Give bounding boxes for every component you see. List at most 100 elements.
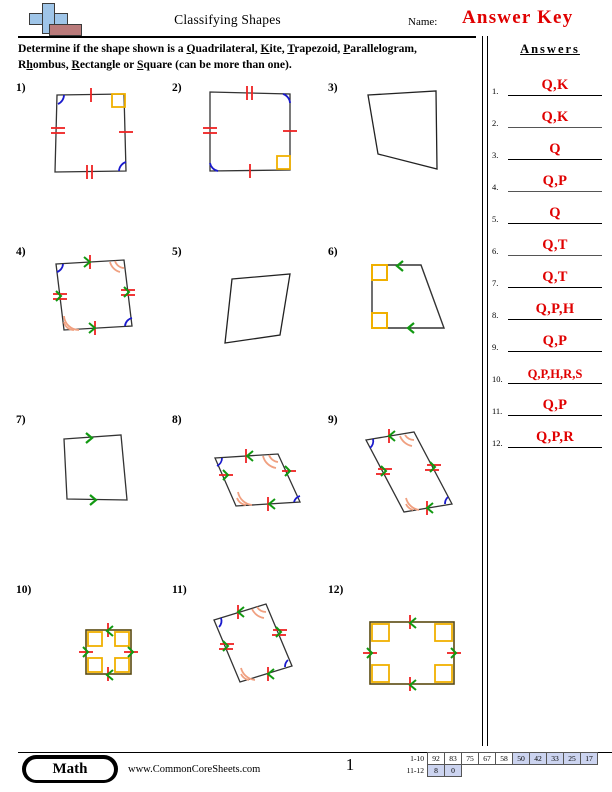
problem-6: 6) — [326, 246, 476, 361]
problem-8: 8) — [170, 410, 330, 530]
answer-blank-line — [508, 95, 602, 96]
answer-value: Q,P,H,R,S — [527, 367, 583, 381]
grading-scale-cell: 92 — [427, 752, 445, 765]
answer-number: 5. — [492, 214, 499, 224]
shape-parallelogram-tilted — [365, 429, 453, 515]
answer-key-label: Answer Key — [462, 7, 574, 28]
answer-blank-line — [508, 447, 602, 448]
term-kite: K — [260, 42, 270, 55]
problem-9: 9) — [326, 410, 486, 530]
answer-number: 2. — [492, 118, 499, 128]
grading-scale-row-label: 11-12 — [406, 766, 424, 775]
grading-scale-row-label: 1-10 — [410, 754, 424, 763]
grading-scale-empty — [462, 765, 479, 777]
answer-number: 9. — [492, 342, 499, 352]
answer-number: 12. — [492, 438, 503, 448]
answer-value: Q,K — [541, 109, 569, 125]
answer-value: Q,P — [542, 333, 568, 349]
answer-value: Q,P,H — [535, 301, 575, 317]
subject-badge-label: Math — [26, 758, 114, 780]
grading-scale: 1-10 92 83 75 67 58 50 42 33 25 17 11-12… — [400, 752, 598, 777]
problem-5: 5) — [170, 246, 320, 361]
answer-row-10: 10. Q,P,H,R,S — [492, 354, 608, 384]
instructions-prefix: Determine if the shape shown is a — [18, 42, 187, 55]
answer-number: 3. — [492, 150, 499, 160]
answer-number: 6. — [492, 246, 499, 256]
answer-value: Q — [549, 141, 561, 157]
answer-value: Q,T — [542, 237, 568, 253]
term-kite-rest: ite — [269, 42, 282, 55]
page-number: 1 — [345, 755, 355, 774]
grading-scale-cell: 33 — [546, 752, 564, 765]
grading-scale-cell: 42 — [529, 752, 547, 765]
answer-blank-line — [508, 319, 602, 320]
problem-1: 1) — [14, 82, 164, 192]
grading-scale-empty — [513, 765, 530, 777]
answer-blank-line — [508, 127, 602, 128]
shape-rhombus — [214, 449, 301, 511]
answer-value: Q,P,R — [535, 429, 575, 445]
answer-row-12: 12. Q,P,R — [492, 418, 608, 448]
answer-number: 1. — [492, 86, 499, 96]
problem-10: 10) — [14, 582, 174, 697]
term-rectangle: R — [71, 57, 80, 71]
answer-blank-line — [508, 351, 602, 352]
answer-row-3: 3. Q — [492, 130, 608, 160]
grading-scale-cell: 17 — [580, 752, 598, 765]
answer-row-1: 1. Q,K — [492, 66, 608, 96]
answer-row-8: 8. Q,P,H — [492, 290, 608, 320]
grading-scale-empty — [581, 765, 598, 777]
shape-irregular-quadrilateral — [367, 90, 438, 170]
answer-blank-line — [508, 159, 602, 160]
name-label: Name: — [408, 16, 438, 28]
answer-number: 11. — [492, 406, 503, 416]
subject-badge: Math — [22, 755, 118, 783]
answer-value: Q,P — [542, 397, 568, 413]
problem-4: 4) — [14, 246, 164, 361]
grading-scale-row-2: 11-12 8 0 — [400, 764, 598, 777]
term-quadrilateral-rest: uadrilateral — [195, 42, 255, 55]
grading-scale-row-1: 1-10 92 83 75 67 58 50 42 33 25 17 — [400, 752, 598, 765]
shape-square — [79, 623, 138, 681]
answer-blank-line — [508, 383, 602, 384]
grading-scale-empty — [479, 765, 496, 777]
answer-row-5: 5. Q — [492, 194, 608, 224]
shape-parallelogram-tilted — [213, 603, 293, 683]
grading-scale-table: 1-10 92 83 75 67 58 50 42 33 25 17 11-12… — [400, 752, 598, 777]
answer-value: Q,T — [542, 269, 568, 285]
answer-number: 7. — [492, 278, 499, 288]
answer-value: Q,P — [542, 173, 568, 189]
grading-scale-cell: 83 — [444, 752, 462, 765]
answer-blank-line — [508, 223, 602, 224]
term-square-rest: quare — [143, 57, 173, 71]
grading-scale-cell: 67 — [478, 752, 496, 765]
answer-number: 8. — [492, 310, 499, 320]
instructions-text: Determine if the shape shown is a Quadri… — [18, 42, 417, 71]
problem-11: 11) — [170, 582, 330, 697]
answer-value: Q,K — [541, 77, 569, 93]
term-parallelogram-rest: arallelogram — [350, 42, 415, 55]
page-title: Classifying Shapes — [174, 12, 281, 27]
grading-scale-cell: 75 — [461, 752, 479, 765]
grading-scale-cell: 25 — [563, 752, 581, 765]
page-header: Classifying Shapes Name: Answer Key — [0, 0, 612, 38]
answer-number: 10. — [492, 374, 503, 384]
problem-7: 7) — [14, 410, 164, 530]
grading-scale-cell: 58 — [495, 752, 513, 765]
term-rectangle-rest: ectangle — [79, 57, 121, 71]
problem-2: 2) — [170, 82, 320, 192]
problem-3: 3) — [326, 82, 476, 192]
answer-row-4: 4. Q,P — [492, 162, 608, 192]
shape-kite-square-upright — [203, 86, 297, 178]
shape-rectangle — [363, 615, 461, 691]
grading-scale-empty — [547, 765, 564, 777]
instructions-suffix: (can be more than one). — [172, 57, 292, 71]
answer-row-2: 2. Q,K — [492, 98, 608, 128]
term-rhombus-rest: ombus — [32, 57, 66, 71]
grading-scale-cell: 0 — [444, 764, 462, 777]
website-url: www.CommonCoreSheets.com — [128, 764, 261, 775]
answers-heading: Answers — [520, 42, 580, 56]
grading-scale-empty — [496, 765, 513, 777]
problem-12: 12) — [326, 582, 486, 697]
answer-value: Q — [549, 205, 561, 221]
